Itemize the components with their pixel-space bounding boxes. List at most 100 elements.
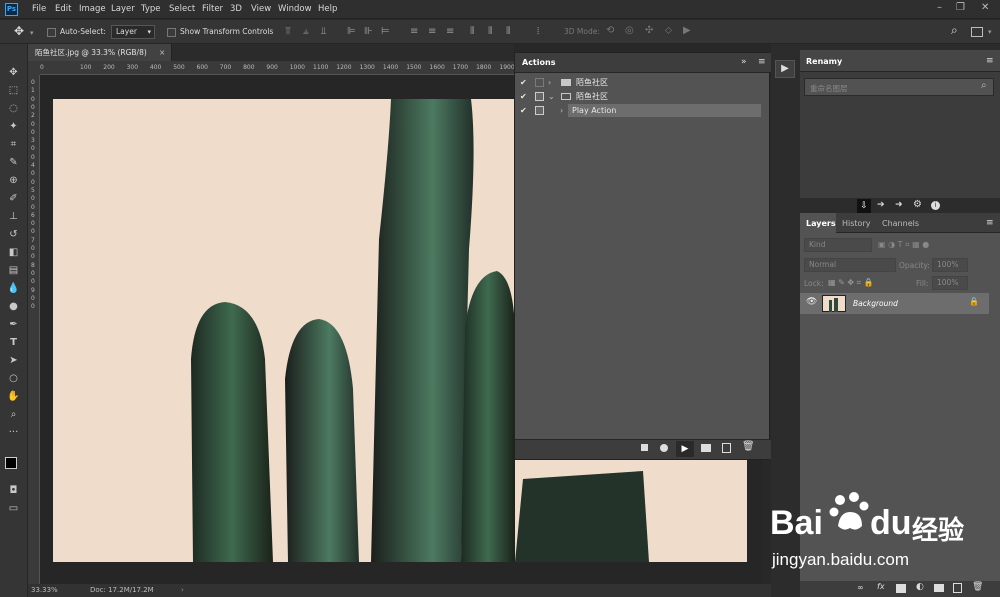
filter-icons[interactable]: ▣ ◑ T ⌗ ▦ ● (878, 240, 929, 250)
dialog-toggle-icon[interactable] (535, 78, 544, 87)
brush-tool-icon[interactable]: ✐ (6, 192, 21, 205)
renamy-tab[interactable]: Renamy (806, 57, 842, 66)
align-hcenter-icon[interactable]: ⊪ (364, 27, 373, 37)
align-bottom-icon[interactable]: ⫫ (321, 27, 327, 37)
search-icon[interactable]: ⌕ (981, 80, 987, 91)
play-icon[interactable]: ▶ (775, 60, 795, 78)
tab-layers[interactable]: Layers (806, 219, 836, 228)
3d-pan-icon[interactable]: ✣ (645, 26, 653, 36)
auto-select-checkbox[interactable] (47, 28, 56, 37)
menu-3d[interactable]: 3D (230, 4, 242, 14)
menu-view[interactable]: View (251, 4, 271, 14)
mask-icon[interactable] (896, 584, 906, 593)
toggle-check-icon[interactable]: ✔ (520, 76, 527, 89)
crop-tool-icon[interactable]: ⌗ (6, 138, 21, 151)
move-tool-icon[interactable]: ✥ (14, 25, 24, 37)
panel-menu-icon[interactable]: ≡ (986, 56, 994, 66)
dodge-tool-icon[interactable]: ● (6, 300, 21, 313)
trash-icon[interactable]: 🗑 (742, 441, 755, 452)
new-group-icon[interactable] (934, 584, 944, 592)
close-icon[interactable]: ✕ (981, 2, 989, 13)
align-top-icon[interactable]: ⫪ (285, 27, 291, 37)
rename-icon[interactable]: ⇩ (857, 199, 871, 213)
workspace-icon[interactable] (971, 27, 983, 37)
chevron-down-icon[interactable]: ⌄ (548, 90, 555, 103)
more-tools-icon[interactable]: ··· (6, 426, 21, 439)
record-icon[interactable] (660, 444, 668, 452)
visibility-eye-icon[interactable]: 👁 (806, 297, 817, 307)
document-tab[interactable]: 陌鱼社区.jpg @ 33.3% (RGB/8) × (28, 44, 172, 61)
restore-icon[interactable]: ❐ (956, 2, 965, 13)
panel-menu-icon[interactable]: ≡ (758, 57, 766, 67)
new-layer-icon[interactable] (953, 583, 962, 593)
adjustment-icon[interactable]: ◐ (916, 582, 924, 592)
blend-mode-dropdown[interactable]: Normal (804, 258, 896, 272)
align-left-icon[interactable]: ⊫ (347, 27, 356, 37)
menu-filter[interactable]: Filter (202, 4, 223, 14)
menu-edit[interactable]: Edit (55, 4, 71, 14)
toggle-check-icon[interactable]: ✔ (520, 104, 527, 117)
tab-channels[interactable]: Channels (882, 219, 919, 228)
menu-layer[interactable]: Layer (111, 4, 135, 14)
chevron-right-icon[interactable]: › (548, 76, 551, 89)
action-set-row[interactable]: ✔ ⌄ 陌鱼社区 (515, 90, 761, 103)
distribute-hcenter-icon[interactable]: ⦀ (488, 27, 492, 37)
gradient-tool-icon[interactable]: ▤ (6, 264, 21, 277)
screen-mode-icon[interactable]: ▭ (6, 502, 21, 515)
3d-roll-icon[interactable]: ◎ (625, 26, 634, 36)
quick-mask-icon[interactable]: ◘ (6, 484, 21, 497)
fx-icon[interactable]: fx (877, 582, 885, 591)
trash-icon[interactable]: 🗑 (972, 582, 983, 592)
chevron-down-icon[interactable]: ▾ (30, 28, 34, 38)
menu-file[interactable]: File (32, 4, 46, 14)
history-brush-icon[interactable]: ↺ (6, 228, 21, 241)
zoom-level[interactable]: 33.33% (31, 584, 58, 597)
auto-align-icon[interactable]: ⦙ (537, 27, 539, 37)
status-menu-icon[interactable]: › (181, 584, 184, 597)
eraser-tool-icon[interactable]: ◧ (6, 246, 21, 259)
minimize-icon[interactable]: – (937, 2, 942, 13)
link-icon[interactable]: ∞ (857, 583, 864, 592)
stamp-tool-icon[interactable]: ⊥ (6, 210, 21, 223)
new-set-folder-icon[interactable] (701, 444, 711, 452)
action-set-row[interactable]: ✔ › 陌鱼社区 (515, 76, 761, 89)
marquee-tool-icon[interactable]: ⬚ (6, 84, 21, 97)
menu-type[interactable]: Type (141, 4, 161, 14)
export-icon[interactable]: ➜ (895, 200, 903, 210)
magic-wand-icon[interactable]: ✦ (6, 120, 21, 133)
distribute-bottom-icon[interactable]: ≡ (446, 27, 454, 37)
fill-input[interactable]: 100% (932, 276, 968, 290)
transform-controls-checkbox[interactable] (167, 28, 176, 37)
search-icon[interactable]: ⌕ (951, 24, 958, 36)
dialog-toggle-icon[interactable] (535, 92, 544, 101)
opacity-input[interactable]: 100% (932, 258, 968, 272)
action-row[interactable]: ✔ › Play Action (515, 104, 761, 117)
pen-tool-icon[interactable]: ✒ (6, 318, 21, 331)
gear-icon[interactable]: ⚙ (913, 199, 922, 210)
chevron-right-icon[interactable]: › (560, 104, 563, 117)
foreground-color-swatch[interactable] (5, 457, 17, 469)
type-tool-icon[interactable]: T (6, 336, 21, 349)
zoom-tool-icon[interactable]: ⌕ (6, 408, 21, 421)
layer-row[interactable]: 👁 Background 🔒 (800, 293, 989, 314)
info-icon[interactable]: i (931, 201, 940, 210)
eyedropper-icon[interactable]: ✎ (6, 156, 21, 169)
actions-tab[interactable]: Actions (522, 58, 555, 67)
distribute-top-icon[interactable]: ≡ (410, 27, 418, 37)
menu-window[interactable]: Window (278, 4, 312, 14)
blur-tool-icon[interactable]: 💧 (6, 282, 21, 295)
healing-brush-icon[interactable]: ⊕ (6, 174, 21, 187)
distribute-vcenter-icon[interactable]: ≡ (428, 27, 436, 37)
dialog-toggle-icon[interactable] (535, 106, 544, 115)
filter-kind-dropdown[interactable]: Kind (804, 238, 872, 252)
stop-icon[interactable] (641, 444, 648, 451)
lock-icons[interactable]: ▦ ✎ ✥ ⌗ 🔒 (828, 278, 874, 288)
toggle-check-icon[interactable]: ✔ (520, 90, 527, 103)
3d-rotate-icon[interactable]: ⟲ (606, 26, 614, 36)
tab-history[interactable]: History (842, 219, 870, 228)
rename-input[interactable]: 重命名图层 ⌕ (804, 78, 994, 96)
3d-slide-icon[interactable]: ⬦ (665, 26, 672, 36)
3d-scale-icon[interactable]: ▶ (683, 26, 691, 36)
hand-tool-icon[interactable]: ✋ (6, 390, 21, 403)
distribute-left-icon[interactable]: ⦀ (470, 27, 474, 37)
